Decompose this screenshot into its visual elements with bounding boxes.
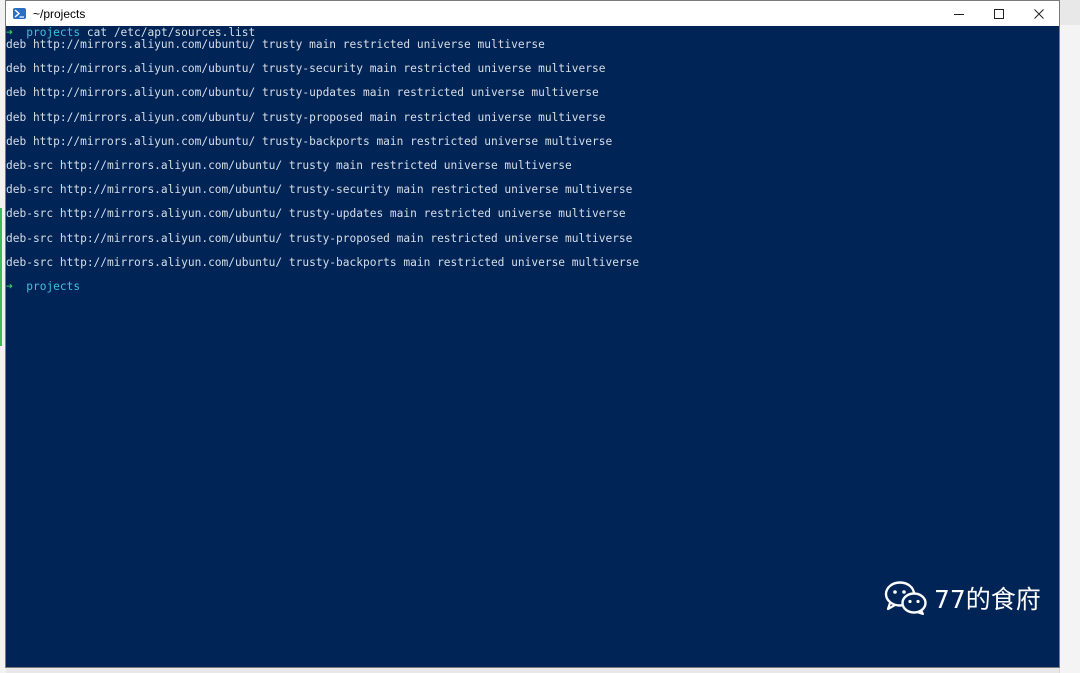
terminal-output-area[interactable]: ➜ projects cat /etc/apt/sources.list deb…: [6, 26, 1059, 667]
output-line: deb http://mirrors.aliyun.com/ubuntu/ tr…: [6, 135, 613, 148]
window-title: ~/projects: [33, 6, 86, 21]
close-button[interactable]: [1019, 1, 1059, 26]
output-line: deb-src http://mirrors.aliyun.com/ubuntu…: [6, 207, 626, 220]
watermark: 77的食府: [884, 580, 1041, 616]
maximize-button[interactable]: [979, 1, 1019, 26]
output-line: deb-src http://mirrors.aliyun.com/ubuntu…: [6, 232, 633, 245]
prompt-directory: projects: [26, 280, 81, 293]
minimize-icon: [954, 13, 964, 15]
close-icon: [1034, 8, 1044, 19]
powershell-icon: [13, 8, 26, 19]
minimize-button[interactable]: [939, 1, 979, 26]
wechat-icon: [884, 581, 927, 615]
output-line: deb-src http://mirrors.aliyun.com/ubuntu…: [6, 159, 572, 172]
output-line: deb http://mirrors.aliyun.com/ubuntu/ tr…: [6, 38, 545, 51]
background-window-edge-right: [1059, 25, 1080, 673]
terminal-window: ~/projects ➜ projects cat /etc/apt/sourc…: [5, 0, 1060, 668]
title-bar[interactable]: ~/projects: [6, 1, 1059, 26]
prompt-line[interactable]: ➜ projects: [6, 280, 80, 294]
output-line: deb http://mirrors.aliyun.com/ubuntu/ tr…: [6, 62, 606, 75]
output-line: deb http://mirrors.aliyun.com/ubuntu/ tr…: [6, 86, 599, 99]
output-line: deb http://mirrors.aliyun.com/ubuntu/ tr…: [6, 111, 606, 124]
watermark-text: 77的食府: [934, 585, 1041, 614]
maximize-icon: [994, 8, 1004, 19]
window-controls: [939, 1, 1059, 26]
desktop: ~/projects ➜ projects cat /etc/apt/sourc…: [0, 0, 1080, 673]
output-line: deb-src http://mirrors.aliyun.com/ubuntu…: [6, 256, 640, 269]
output-line: deb-src http://mirrors.aliyun.com/ubuntu…: [6, 183, 633, 196]
prompt-arrow: ➜: [6, 280, 13, 293]
